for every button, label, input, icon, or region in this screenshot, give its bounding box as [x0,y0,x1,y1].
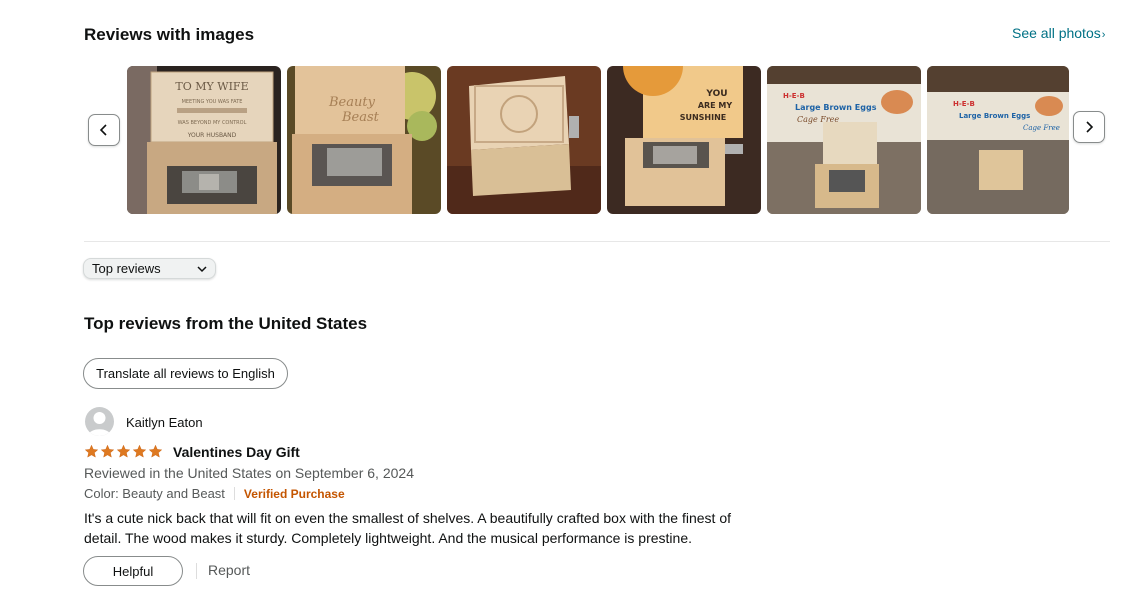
photo2-line2: Beast [341,110,380,125]
review-title[interactable]: Valentines Day Gift [173,444,300,460]
review-star-rating[interactable] [84,444,163,459]
top-reviews-heading: Top reviews from the United States [84,314,368,333]
see-all-photos-link[interactable]: See all photos› [1012,25,1105,41]
chevron-right-icon [1086,121,1094,133]
star-icon [84,444,99,458]
review-photo-4[interactable]: YOU ARE MY SUNSHINE [607,66,761,214]
separator [196,563,197,579]
sort-selected-value: Top reviews [92,261,161,276]
photo6-line2: Large Brown Eggs [959,112,1030,120]
user-icon [88,412,111,436]
photo1-line4: YOUR HUSBAND [187,132,237,139]
photo1-line3: WAS BEYOND MY CONTROL [178,120,247,126]
review-photo-6[interactable]: H-E-B Large Brown Eggs Cage Free [927,66,1069,214]
review-variant[interactable]: Color: Beauty and Beast [84,486,225,501]
chevron-right-small-icon: › [1101,29,1106,41]
review-photo-1[interactable]: TO MY WIFE MEETING YOU WAS FATE WAS BEYO… [127,66,281,214]
photo5-line1: H-E-B [783,92,805,100]
report-link[interactable]: Report [208,562,250,578]
review-body-line-2: detail. The wood makes it sturdy. Comple… [84,530,692,546]
photo1-line1: TO MY WIFE [175,80,248,93]
reviewer-name[interactable]: Kaitlyn Eaton [126,415,203,430]
star-icon [100,444,115,458]
sort-reviews-select[interactable]: Top reviews [83,258,216,279]
photo4-line2: ARE MY [698,101,733,110]
reviewer-avatar [85,407,114,436]
verified-purchase-badge: Verified Purchase [243,487,345,501]
star-icon [116,444,131,458]
review-variant-row: Color: Beauty and Beast Verified Purchase [84,486,345,501]
star-icon [148,444,163,458]
helpful-button[interactable]: Helpful [83,556,183,586]
photo2-line1: Beauty [328,95,376,110]
chevron-left-icon [99,124,107,136]
photo5-line2: Large Brown Eggs [795,103,877,112]
section-divider [84,241,1110,242]
review-photo-2[interactable]: Beauty Beast [287,66,441,214]
photo1-line2: MEETING YOU WAS FATE [182,99,243,105]
photo4-line1: YOU [705,89,727,99]
carousel-prev-button[interactable] [88,114,120,146]
carousel-next-button[interactable] [1073,111,1105,143]
review-date: Reviewed in the United States on Septemb… [84,465,414,481]
photo6-line1: H-E-B [953,100,975,108]
translate-reviews-button[interactable]: Translate all reviews to English [83,358,288,389]
review-body-line-1: It's a cute nick back that will fit on e… [84,510,732,526]
review-photo-3[interactable] [447,66,601,214]
photo4-line3: SUNSHINE [680,113,727,122]
see-all-photos-label: See all photos [1012,25,1101,41]
separator [233,487,235,500]
star-icon [132,444,147,458]
review-body: It's a cute nick back that will fit on e… [84,508,774,548]
review-photo-5[interactable]: H-E-B Large Brown Eggs Cage Free [767,66,921,214]
reviews-with-images-title: Reviews with images [84,25,255,44]
chevron-down-icon [197,266,207,273]
photo6-line3: Cage Free [1023,124,1060,132]
